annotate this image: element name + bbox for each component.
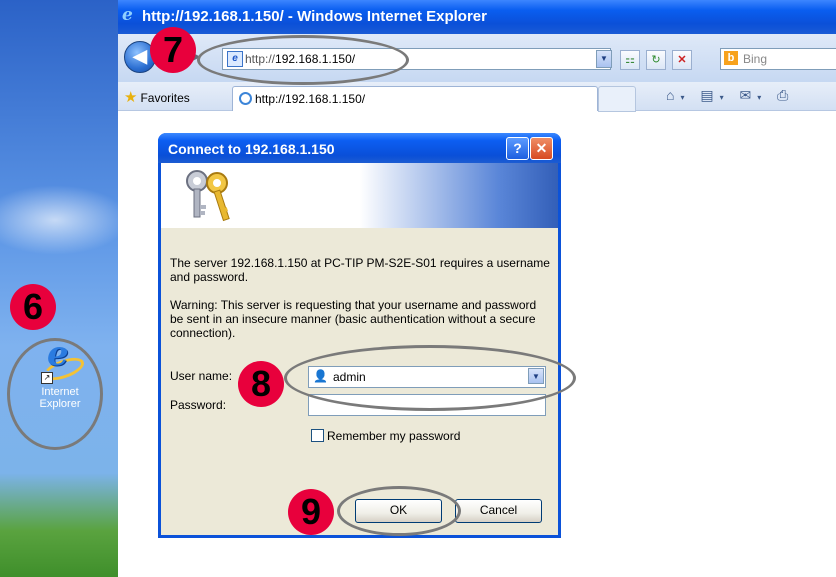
address-dropdown-button[interactable]: ▼	[596, 50, 612, 68]
annotation-ring-address	[197, 35, 409, 85]
command-bar[interactable]: ⌂▾ ▤▾ ✉▾ ⎙	[666, 87, 794, 104]
help-button[interactable]: ?	[506, 137, 529, 160]
dialog-message: The server 192.168.1.150 at PC-TIP PM-S2…	[170, 256, 550, 284]
new-tab-button[interactable]	[598, 86, 636, 112]
desktop-cloud	[0, 185, 118, 255]
print-icon[interactable]: ⎙	[777, 87, 794, 103]
stop-icon[interactable]: ✕	[672, 50, 692, 70]
close-button[interactable]: ✕	[530, 137, 553, 160]
compatibility-icon[interactable]: ⚏	[620, 50, 640, 70]
browser-titlebar: e http://192.168.1.150/ - Windows Intern…	[118, 0, 836, 34]
ie-title-icon: e	[122, 5, 133, 25]
step-7-badge: 7	[150, 27, 196, 73]
dialog-titlebar: Connect to 192.168.1.150 ? ✕	[158, 133, 561, 163]
star-icon: ★	[124, 89, 138, 106]
search-input[interactable]: b Bing	[720, 48, 836, 70]
mail-dropdown-icon[interactable]: ▾	[757, 93, 767, 102]
browser-title: http://192.168.1.150/ - Windows Internet…	[142, 8, 487, 25]
favorites-bar: ★ Favorites http://192.168.1.150/ ⌂▾ ▤▾ ✉…	[118, 82, 836, 112]
keys-icon	[186, 170, 230, 222]
feeds-icon[interactable]: ▤	[700, 87, 719, 103]
bing-icon: b	[724, 51, 738, 65]
refresh-icon[interactable]: ↻	[646, 50, 666, 70]
dialog-banner	[161, 163, 558, 228]
browser-tab[interactable]: http://192.168.1.150/	[232, 86, 598, 111]
dialog-warning: Warning: This server is requesting that …	[170, 298, 537, 340]
annotation-ring-credentials	[284, 345, 576, 411]
annotation-ring-ie-icon	[7, 338, 103, 450]
checkbox-box[interactable]	[311, 429, 324, 442]
login-dialog: Connect to 192.168.1.150 ? ✕ The server …	[158, 133, 561, 538]
favorites-button[interactable]: ★ Favorites	[124, 88, 190, 106]
annotation-ring-ok	[337, 486, 461, 536]
home-dropdown-icon[interactable]: ▾	[680, 93, 690, 102]
cancel-button[interactable]: Cancel	[455, 499, 542, 523]
remember-password-checkbox[interactable]: Remember my password	[311, 429, 460, 443]
home-icon[interactable]: ⌂	[666, 87, 680, 103]
password-label: Password:	[170, 398, 227, 412]
step-6-badge: 6	[10, 284, 56, 330]
step-9-badge: 9	[288, 489, 334, 535]
step-8-badge: 8	[238, 361, 284, 407]
username-label: User name:	[170, 369, 233, 383]
mail-icon[interactable]: ✉	[740, 87, 758, 103]
feeds-dropdown-icon[interactable]: ▾	[720, 93, 730, 102]
dialog-title: Connect to 192.168.1.150	[168, 141, 335, 157]
loading-icon	[239, 92, 252, 105]
